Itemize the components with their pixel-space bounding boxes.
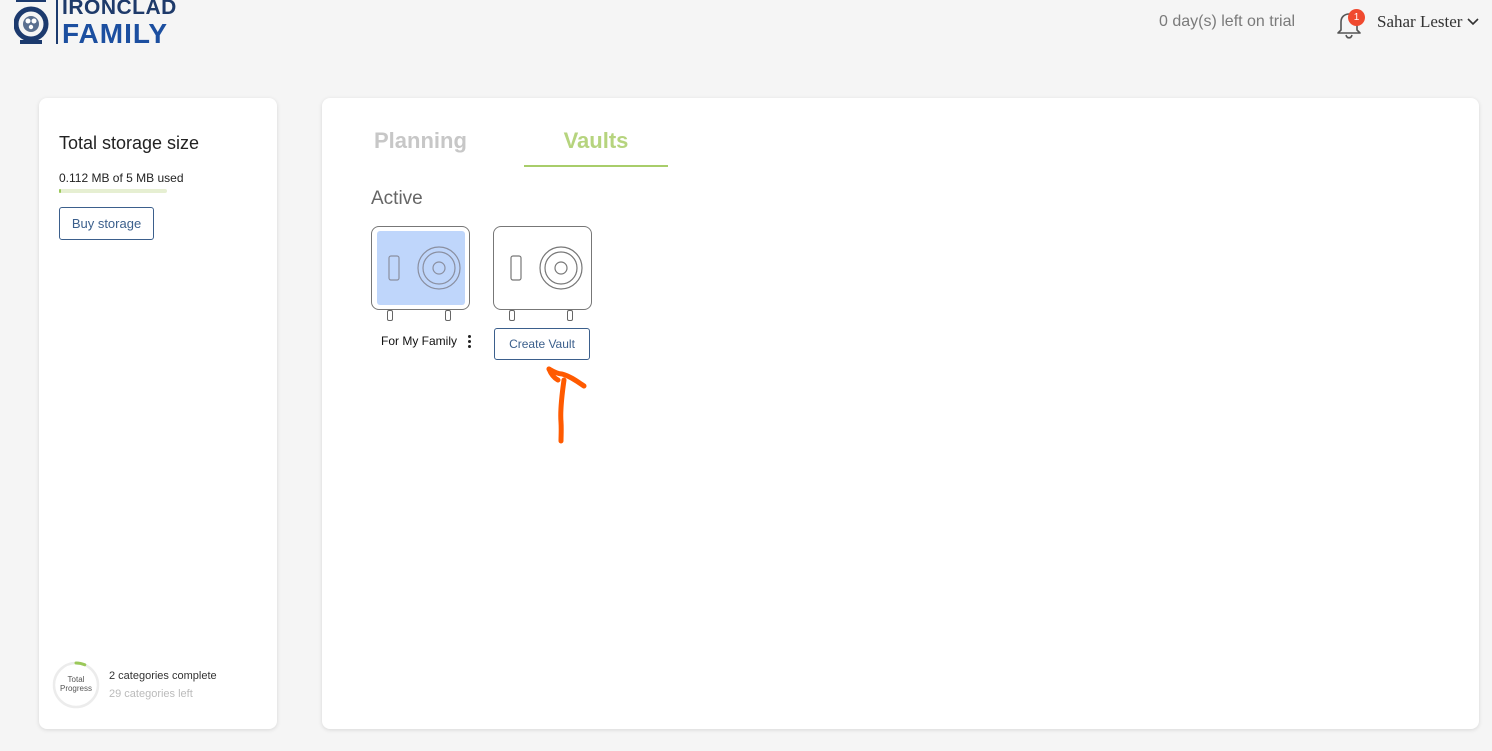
tab-planning[interactable]: Planning (374, 128, 467, 154)
kebab-dot (467, 340, 471, 343)
logo-divider (56, 0, 58, 44)
logo-text-bottom: FAMILY (62, 17, 169, 49)
kebab-menu-icon (467, 335, 471, 338)
vault-feet (371, 310, 470, 324)
vault-for-my-family[interactable] (371, 226, 470, 310)
logo-text-top: IRONCLAD (62, 0, 177, 19)
storage-used-text: 0.112 MB of 5 MB used (59, 171, 184, 185)
kebab-dot (467, 345, 471, 348)
section-label-active: Active (371, 188, 423, 209)
ironclad-family-logo-icon (13, 0, 50, 46)
storage-progress-bar (59, 189, 167, 193)
new-vault-placeholder[interactable] (493, 226, 592, 310)
vaults-panel: Planning Vaults Active For My Family Cre… (322, 98, 1479, 729)
create-vault-button[interactable]: Create Vault (494, 328, 590, 360)
vault-name[interactable]: For My Family (381, 334, 457, 348)
vault-feet (493, 310, 592, 324)
vault-foot (509, 310, 515, 321)
create-vault-card: Create Vault (493, 226, 592, 360)
active-tab-indicator (524, 165, 668, 167)
logo-wordmark: IRONCLAD FAMILY (62, 0, 177, 48)
notification-badge: 1 (1348, 9, 1365, 26)
safe-icon (510, 246, 583, 290)
storage-progress-fill (59, 189, 62, 193)
progress-ring: Total Progress (52, 661, 100, 709)
vault-foot (387, 310, 393, 321)
progress-ring-label-line2: Progress (59, 684, 92, 693)
tab-vaults[interactable]: Vaults (524, 128, 668, 154)
trial-status: 0 day(s) left on trial (1159, 13, 1296, 30)
categories-left: 29 categories left (109, 688, 193, 700)
progress-summary: 2 categories complete 29 categories left (109, 670, 217, 700)
categories-complete: 2 categories complete (109, 670, 217, 682)
buy-storage-button[interactable]: Buy storage (59, 207, 154, 240)
progress-ring-label: Total Progress (52, 661, 100, 709)
chevron-down-icon (1467, 18, 1480, 26)
storage-title: Total storage size (59, 133, 200, 153)
user-menu[interactable]: Sahar Lester (1377, 12, 1480, 32)
app-logo[interactable]: IRONCLAD FAMILY (13, 0, 177, 52)
arrow-up-annotation-icon (546, 366, 587, 444)
safe-icon (388, 246, 461, 290)
vault-foot (567, 310, 573, 321)
user-name: Sahar Lester (1377, 12, 1463, 31)
storage-card: Total storage size 0.112 MB of 5 MB used… (39, 98, 277, 729)
vault-foot (445, 310, 451, 321)
total-progress: Total Progress 2 categories complete 29 … (52, 661, 217, 709)
vault-card: For My Family (371, 226, 471, 348)
vault-more-button[interactable] (465, 333, 473, 350)
